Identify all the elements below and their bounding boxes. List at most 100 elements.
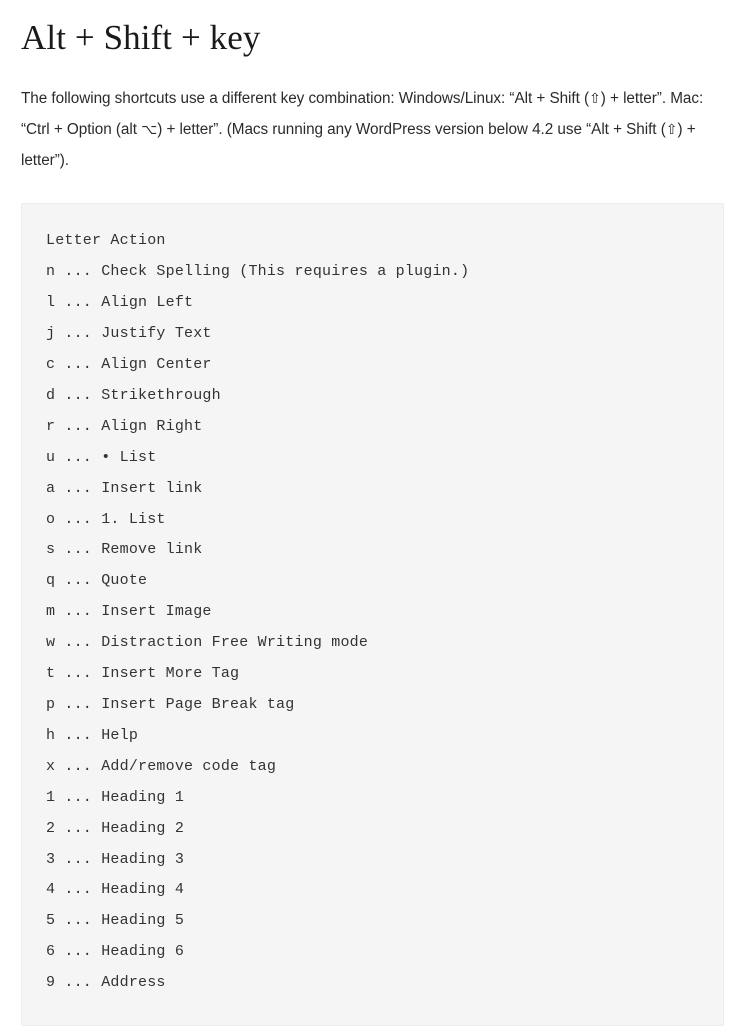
shortcut-line: x ... Add/remove code tag (46, 752, 699, 783)
shortcut-separator: ... (55, 757, 102, 775)
shortcut-letter: 5 (46, 912, 56, 930)
shortcut-line: m ... Insert Image (46, 597, 699, 628)
shortcut-separator: ... (55, 788, 102, 806)
shortcut-letter: p (46, 695, 56, 713)
shortcut-separator: ... (55, 603, 102, 621)
shortcut-line: s ... Remove link (46, 535, 699, 566)
shortcut-action: Heading 1 (101, 788, 185, 806)
intro-text-part-3: ) + letter”. (Macs running any WordPress… (157, 120, 666, 138)
shift-key-icon-2: ⇧ (665, 121, 678, 138)
shortcut-action: Heading 6 (101, 943, 185, 961)
shift-key-icon: ⇧ (589, 91, 601, 107)
shortcut-line: 5 ... Heading 5 (46, 906, 699, 937)
shortcut-action: Insert More Tag (101, 665, 240, 683)
shortcut-action: Justify Text (101, 325, 212, 343)
shortcut-separator: ... (55, 695, 102, 713)
shortcut-separator: ... (55, 294, 102, 312)
shortcut-separator: ... (55, 510, 102, 528)
shortcut-line: j ... Justify Text (46, 319, 699, 350)
shortcut-letter: r (46, 417, 56, 435)
option-key-icon: ⌥ (141, 121, 158, 138)
intro-paragraph: The following shortcuts use a different … (21, 59, 711, 176)
shortcut-letter: x (46, 757, 56, 775)
shortcut-letter: 1 (46, 788, 56, 806)
shortcut-separator: ... (55, 943, 102, 961)
shortcut-line-list: n ... Check Spelling (This requires a pl… (46, 257, 699, 999)
shortcut-letter: q (46, 572, 56, 590)
shortcut-letter: m (46, 603, 56, 621)
shortcut-separator: ... (55, 819, 102, 837)
shortcut-action: Heading 3 (101, 850, 185, 868)
shortcut-letter: c (46, 356, 56, 374)
shortcut-letter: t (46, 665, 56, 683)
shortcut-line: l ... Align Left (46, 288, 699, 319)
shortcut-letter: 4 (46, 881, 56, 899)
shortcut-separator: ... (55, 634, 102, 652)
shortcut-line: r ... Align Right (46, 412, 699, 443)
shortcut-separator: ... (55, 386, 102, 404)
shortcut-separator: ... (55, 912, 102, 930)
shortcut-line: 3 ... Heading 3 (46, 845, 699, 876)
shortcut-action: Remove link (101, 541, 203, 559)
shortcut-action: Distraction Free Writing mode (101, 634, 369, 652)
shortcut-action: Heading 4 (101, 881, 185, 899)
shortcut-letter: u (46, 448, 56, 466)
intro-text-part-1: The following shortcuts use a different … (21, 90, 590, 107)
shortcut-letter: h (46, 726, 56, 744)
shortcut-separator: ... (55, 541, 102, 559)
shortcut-line: c ... Align Center (46, 350, 699, 381)
shortcut-action: Insert link (101, 479, 203, 497)
page-title: Alt + Shift + key (21, 18, 261, 57)
shortcut-line: u ... • List (46, 443, 699, 474)
shortcut-separator: ... (55, 665, 102, 683)
shortcut-letter: 9 (46, 974, 56, 992)
documentation-page: Alt + Shift + key The following shortcut… (0, 0, 745, 1026)
shortcut-separator: ... (55, 850, 102, 868)
shortcut-letter: d (46, 386, 56, 404)
shortcut-separator: ... (55, 448, 102, 466)
shortcut-line: w ... Distraction Free Writing mode (46, 628, 699, 659)
shortcuts-code-block: Letter Action n ... Check Spelling (This … (21, 203, 724, 1026)
shortcut-action: Add/remove code tag (101, 757, 277, 775)
shortcut-action: • List (101, 448, 157, 466)
shortcut-line: 2 ... Heading 2 (46, 814, 699, 845)
shortcut-separator: ... (55, 881, 102, 899)
shortcut-separator: ... (55, 726, 102, 744)
shortcut-separator: ... (55, 325, 102, 343)
shortcut-action: Insert Page Break tag (101, 695, 295, 713)
shortcut-action: Check Spelling (This requires a plugin.) (101, 263, 470, 281)
shortcut-line: d ... Strikethrough (46, 381, 699, 412)
shortcut-line: n ... Check Spelling (This requires a pl… (46, 257, 699, 288)
shortcut-action: Address (101, 974, 166, 992)
shortcut-line: t ... Insert More Tag (46, 659, 699, 690)
shortcut-action: Align Right (101, 417, 203, 435)
shortcut-letter: n (46, 263, 56, 281)
shortcut-letter: j (46, 325, 56, 343)
code-block-header: Letter Action (46, 232, 166, 250)
shortcut-action: 1. List (101, 510, 166, 528)
shortcut-action: Strikethrough (101, 386, 221, 404)
shortcut-action: Heading 2 (101, 819, 185, 837)
shortcut-line: a ... Insert link (46, 474, 699, 505)
shortcut-letter: w (46, 634, 56, 652)
shortcut-letter: s (46, 541, 56, 559)
shortcut-letter: a (46, 479, 56, 497)
shortcut-line: 9 ... Address (46, 968, 699, 999)
shortcut-action: Align Center (101, 356, 212, 374)
shortcut-letter: l (46, 294, 56, 312)
shortcut-line: p ... Insert Page Break tag (46, 690, 699, 721)
shortcut-separator: ... (55, 356, 102, 374)
shortcut-line: q ... Quote (46, 566, 699, 597)
shortcut-action: Quote (101, 572, 148, 590)
shortcut-action: Help (101, 726, 139, 744)
shortcut-line: 4 ... Heading 4 (46, 875, 699, 906)
shortcut-separator: ... (55, 479, 102, 497)
shortcut-action: Insert Image (101, 603, 212, 621)
shortcut-separator: ... (55, 974, 102, 992)
shortcut-action: Align Left (101, 294, 194, 312)
shortcut-letter: o (46, 510, 56, 528)
shortcut-letter: 2 (46, 819, 56, 837)
shortcut-separator: ... (55, 417, 102, 435)
shortcut-letter: 6 (46, 943, 56, 961)
shortcut-line: o ... 1. List (46, 505, 699, 536)
